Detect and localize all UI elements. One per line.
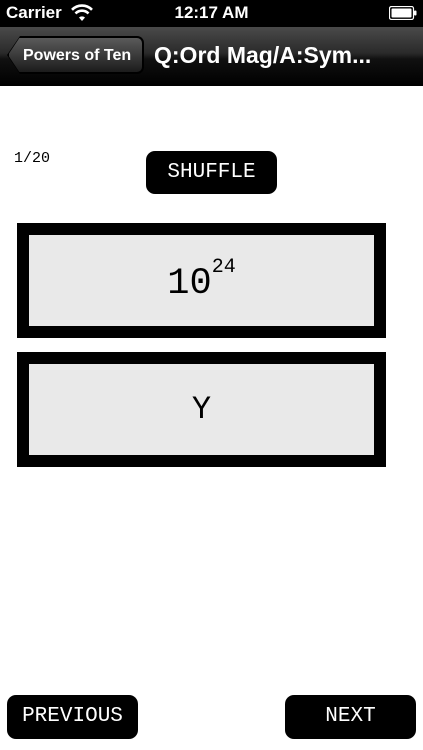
answer-card-face: Y [29, 364, 374, 455]
question-card-face: 1024 [29, 235, 374, 326]
clock: 12:17 AM [174, 3, 249, 22]
page-title: Q:Ord Mag/A:Sym... [154, 42, 372, 68]
shuffle-button[interactable]: SHUFFLE [146, 151, 277, 194]
question-counter: 1/20 [14, 150, 51, 167]
previous-button[interactable]: PREVIOUS [7, 695, 138, 739]
navigation-bar: Powers of Ten Q:Ord Mag/A:Sym... [0, 27, 423, 86]
question-text: 1024 [167, 258, 235, 305]
status-bar: Carrier 12:17 AM [0, 0, 423, 27]
question-base: 10 [167, 263, 212, 305]
question-card[interactable]: 1024 [17, 223, 386, 338]
answer-text: Y [191, 391, 212, 428]
back-button[interactable]: Powers of Ten [8, 37, 143, 73]
battery-icon [389, 6, 417, 20]
answer-card[interactable]: Y [17, 352, 386, 467]
question-exponent: 24 [211, 256, 236, 279]
next-button[interactable]: NEXT [285, 695, 416, 739]
